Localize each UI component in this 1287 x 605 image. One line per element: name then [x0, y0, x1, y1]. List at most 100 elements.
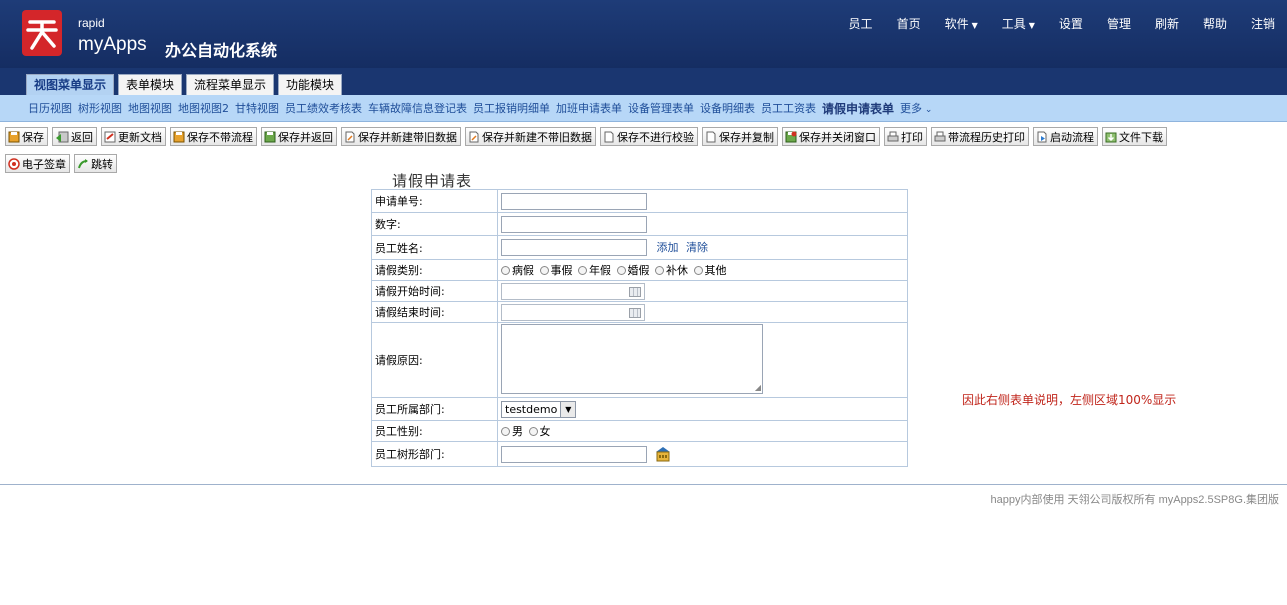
view-calendar[interactable]: 日历视图 — [28, 100, 72, 116]
chevron-down-icon: ⌄ — [922, 105, 933, 115]
view-expense[interactable]: 员工报销明细单 — [473, 100, 550, 116]
save-close-icon — [785, 131, 797, 142]
gender-label: 员工性别: — [371, 420, 498, 442]
nav-help[interactable]: 帮助 — [1191, 15, 1239, 32]
radio-marriage[interactable]: 婚假 — [616, 262, 650, 278]
jump-button[interactable]: 跳转 — [74, 154, 117, 173]
form-cell — [497, 301, 908, 323]
save-icon — [173, 131, 185, 142]
nav-manage[interactable]: 管理 — [1095, 15, 1143, 32]
secondary-toolbar: 电子签章 跳转 — [5, 154, 121, 173]
form-row: 员工性别: 男 女 — [371, 420, 908, 442]
emp-name-input[interactable] — [501, 239, 647, 257]
nav-tools[interactable]: 工具 ▼ — [990, 15, 1047, 32]
download-icon — [1105, 132, 1117, 142]
start-flow-button[interactable]: 启动流程 — [1033, 127, 1098, 146]
end-time-input[interactable] — [501, 303, 645, 321]
leave-type-label: 请假类别: — [371, 259, 498, 281]
resize-grip-icon[interactable]: ◢ — [755, 383, 761, 392]
tab-form-module[interactable]: 表单模块 — [118, 74, 183, 95]
nav-employee[interactable]: 员工 — [837, 15, 885, 32]
caret-down-icon: ▼ — [971, 21, 978, 30]
radio-personal[interactable]: 事假 — [539, 262, 573, 278]
clear-link[interactable]: 清除 — [686, 241, 708, 254]
view-leave-form[interactable]: 请假申请表单 — [822, 100, 894, 117]
form-row: 员工所属部门: testdemo ▼ — [371, 397, 908, 421]
update-doc-button[interactable]: 更新文档 — [101, 127, 166, 146]
view-device-detail[interactable]: 设备明细表 — [700, 100, 755, 116]
view-map-2[interactable]: 地图视图2 — [178, 100, 229, 116]
apply-no-input[interactable] — [501, 192, 647, 210]
radio-annual[interactable]: 年假 — [578, 262, 611, 278]
tree-dept-label: 员工树形部门: — [371, 441, 498, 467]
module-tabs: 视图菜单显示 表单模块 流程菜单显示 功能模块 — [26, 74, 346, 95]
form-cell: testdemo ▼ — [497, 397, 908, 421]
radio-other[interactable]: 其他 — [693, 262, 727, 278]
back-button[interactable]: 返回 — [52, 127, 97, 146]
radio-male[interactable]: 男 — [501, 423, 523, 439]
file-download-button[interactable]: 文件下载 — [1102, 127, 1167, 146]
tab-function-module[interactable]: 功能模块 — [278, 74, 343, 95]
view-gantt[interactable]: 甘特视图 — [235, 100, 279, 116]
printer-icon — [887, 131, 899, 141]
app-header: rapid myApps 办公自动化系统 员工 首页 软件 ▼ 工具 ▼ 设置 管理… — [0, 0, 1287, 68]
view-more[interactable]: 更多 ⌄ — [900, 100, 932, 116]
nav-refresh[interactable]: 刷新 — [1143, 15, 1191, 32]
print-with-history-button[interactable]: 带流程历史打印 — [931, 127, 1029, 146]
add-link[interactable]: 添加 — [657, 241, 679, 254]
save-return-icon — [264, 131, 276, 142]
jump-arrow-icon — [78, 158, 88, 168]
org-tree-icon[interactable] — [655, 446, 671, 462]
save-new-without-old-button[interactable]: 保存并新建不带旧数据 — [465, 127, 596, 146]
tree-dept-input[interactable] — [501, 445, 647, 463]
top-nav: 员工 首页 软件 ▼ 工具 ▼ 设置 管理 刷新 帮助 注销 — [837, 15, 1287, 32]
view-performance[interactable]: 员工绩效考核表 — [285, 100, 362, 116]
nav-home[interactable]: 首页 — [885, 15, 933, 32]
view-vehicle-fault[interactable]: 车辆故障信息登记表 — [368, 100, 467, 116]
back-icon — [56, 131, 69, 142]
save-and-copy-button[interactable]: 保存并复制 — [702, 127, 778, 146]
printer-icon — [934, 131, 946, 141]
nav-software[interactable]: 软件 ▼ — [933, 15, 990, 32]
print-button[interactable]: 打印 — [884, 127, 927, 146]
form-cell — [497, 212, 908, 236]
radio-sick[interactable]: 病假 — [501, 262, 534, 278]
view-tree[interactable]: 树形视图 — [78, 100, 122, 116]
number-input[interactable] — [501, 215, 647, 233]
calendar-icon[interactable] — [629, 307, 641, 318]
document-icon — [345, 131, 355, 142]
view-device-manage[interactable]: 设备管理表单 — [628, 100, 694, 116]
save-new-with-old-button[interactable]: 保存并新建带旧数据 — [341, 127, 461, 146]
radio-circle-icon — [501, 426, 510, 436]
save-and-return-button[interactable]: 保存并返回 — [261, 127, 337, 146]
nav-logout[interactable]: 注销 — [1239, 15, 1287, 32]
start-time-input[interactable] — [501, 282, 645, 300]
radio-circle-icon — [693, 265, 703, 275]
view-salary[interactable]: 员工工资表 — [761, 100, 816, 116]
e-signature-button[interactable]: 电子签章 — [5, 154, 70, 173]
save-icon — [8, 131, 20, 142]
tab-view-menu[interactable]: 视图菜单显示 — [26, 74, 115, 95]
dept-select[interactable]: testdemo ▼ — [501, 400, 577, 418]
update-icon — [104, 131, 116, 142]
save-no-validate-button[interactable]: 保存不进行校验 — [600, 127, 698, 146]
form-cell: 病假 事假 年假 婚假 补休 其他 — [497, 259, 908, 281]
form-row: 员工姓名: 添加 清除 — [371, 235, 908, 260]
radio-compensatory[interactable]: 补休 — [655, 262, 688, 278]
nav-settings[interactable]: 设置 — [1047, 15, 1095, 32]
leave-form: 申请单号: 数字: 员工姓名: 添加 清除 请假类别: 病假 事假 年假 婚假 … — [371, 189, 908, 467]
radio-female[interactable]: 女 — [528, 423, 551, 439]
save-no-flow-button[interactable]: 保存不带流程 — [170, 127, 257, 146]
view-overtime[interactable]: 加班申请表单 — [556, 100, 622, 116]
view-menu-bar: 日历视图 树形视图 地图视图 地图视图2 甘特视图 员工绩效考核表 车辆故障信息… — [0, 95, 1287, 122]
form-row: 请假原因: ◢ — [371, 322, 908, 398]
view-map[interactable]: 地图视图 — [128, 100, 172, 116]
tab-flow-menu[interactable]: 流程菜单显示 — [186, 74, 275, 95]
save-button[interactable]: 保存 — [5, 127, 48, 146]
save-and-close-button[interactable]: 保存并关闭窗口 — [782, 127, 880, 146]
form-row: 员工树形部门: — [371, 441, 908, 467]
footer-divider — [0, 484, 1287, 485]
form-cell: ◢ — [497, 322, 908, 398]
calendar-icon[interactable] — [629, 286, 641, 297]
reason-textarea[interactable]: ◢ — [501, 323, 763, 394]
